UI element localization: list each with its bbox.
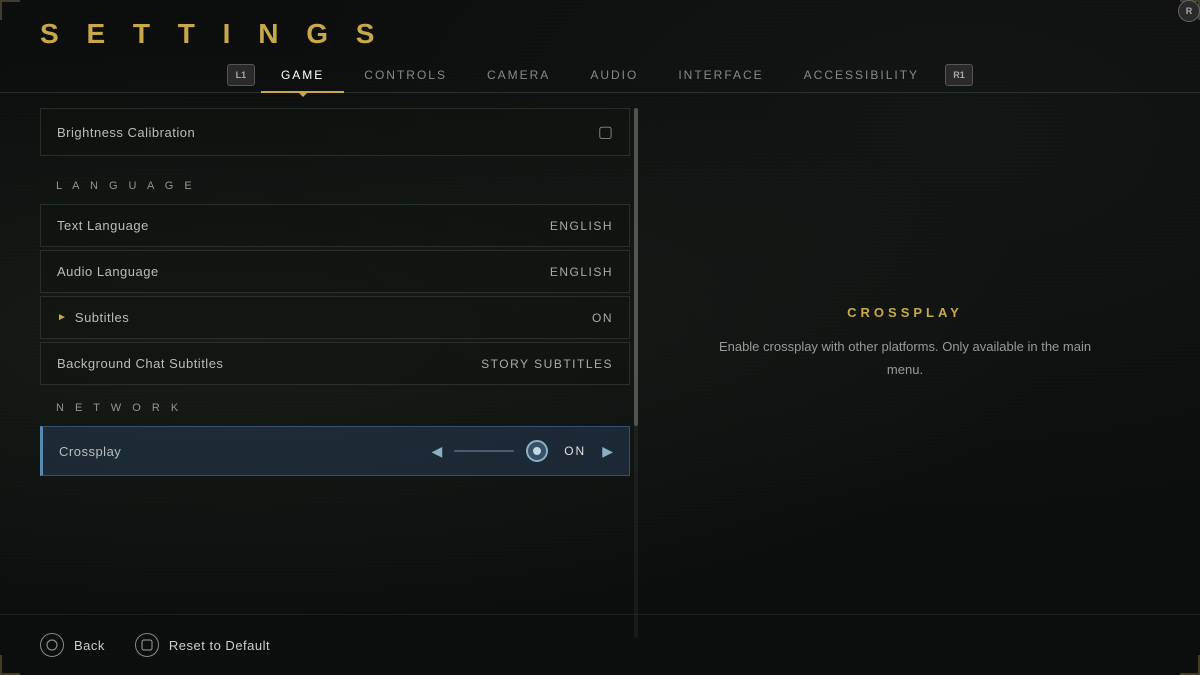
reset-label: Reset to Default [169,638,270,653]
toggle-indicator-dot [533,447,541,455]
subtitles-value: ON [592,311,613,325]
audio-language-setting[interactable]: Audio Language ENGLISH [40,250,630,293]
network-section-label: N E T W O R K [56,402,182,414]
tab-camera[interactable]: CAMERA [467,58,570,92]
audio-language-value: ENGLISH [550,265,613,279]
network-section-header: N E T W O R K [40,388,630,424]
text-language-value: ENGLISH [550,219,613,233]
toggle-indicator [526,440,548,462]
text-language-setting[interactable]: Text Language ENGLISH [40,204,630,247]
crossplay-value: ON [560,444,590,458]
bumper-right[interactable]: R1 [945,64,973,86]
footer: Back Reset to Default [0,614,1200,675]
background-chat-label: Background Chat Subtitles [57,356,223,371]
crossplay-detail-title: CROSSPLAY [847,305,963,320]
background-chat-setting[interactable]: Background Chat Subtitles STORY SUBTITLE… [40,342,630,385]
audio-language-label: Audio Language [57,264,159,279]
tab-accessibility[interactable]: ACCESSIBILITY [784,58,939,92]
crossplay-label: Crossplay [59,444,121,459]
toggle-right-arrow-icon[interactable]: ▶ [602,443,613,460]
crossplay-detail-description: Enable crossplay with other platforms. O… [715,336,1095,380]
background-chat-value: STORY SUBTITLES [481,357,613,371]
back-label: Back [74,638,105,653]
tab-game[interactable]: GAME [261,58,344,92]
reset-button[interactable]: Reset to Default [135,633,270,657]
language-section-label: L A N G U A G E [56,180,196,192]
toggle-left-arrow-icon[interactable]: ◀ [431,443,442,460]
tab-audio[interactable]: AUDIO [570,58,658,92]
toggle-track [454,450,514,452]
tab-controls[interactable]: CONTROLS [344,58,467,92]
tab-interface[interactable]: INTERFACE [658,58,783,92]
subtitles-label: Subtitles [75,310,129,325]
brightness-icon: ▢ [598,122,613,142]
page-title: S E T T I N G S [40,18,1160,50]
bumper-left[interactable]: L1 [227,64,255,86]
subtitles-setting[interactable]: ► Subtitles ON [40,296,630,339]
back-button[interactable]: Back [40,633,105,657]
brightness-setting[interactable]: Brightness Calibration ▢ [40,108,630,156]
reset-icon [135,633,159,657]
detail-panel: R CROSSPLAY Enable crossplay with other … [650,108,1160,638]
text-language-label: Text Language [57,218,149,233]
nav-tabs: L1 GAME CONTROLS CAMERA AUDIO INTERFACE … [0,58,1200,93]
subtitles-arrow-icon: ► [57,312,67,323]
scrollbar-track [634,108,638,638]
scrollbar-thumb[interactable] [634,108,638,426]
crossplay-toggle[interactable]: ◀ ON ▶ [431,440,613,462]
settings-panel: Brightness Calibration ▢ L A N G U A G E… [40,108,630,638]
brightness-label: Brightness Calibration [57,125,195,140]
crossplay-setting[interactable]: Crossplay ◀ ON ▶ [40,426,630,476]
back-icon [40,633,64,657]
r-button-indicator: R [1178,0,1200,22]
language-section-header: L A N G U A G E [40,166,630,202]
subtitles-label-group: ► Subtitles [57,310,129,325]
